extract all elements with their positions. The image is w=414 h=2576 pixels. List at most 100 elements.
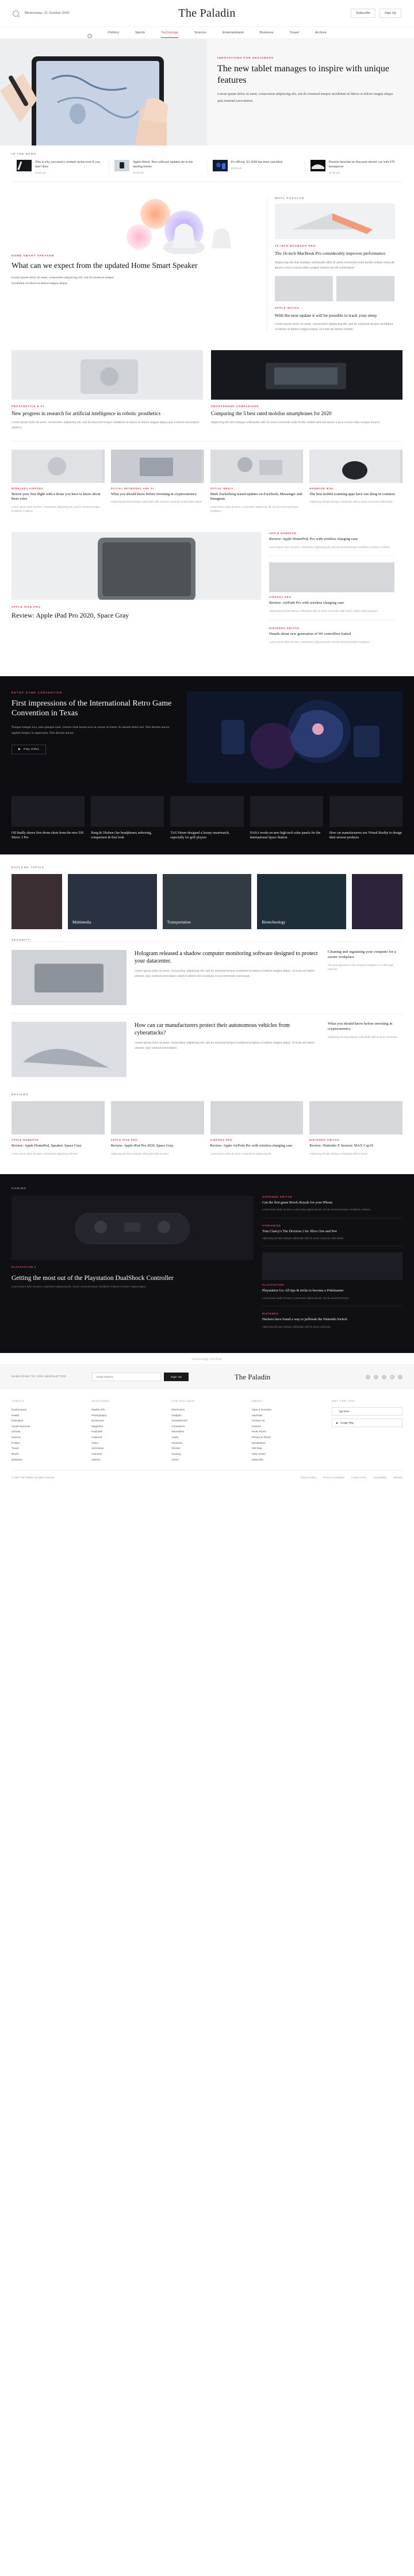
footer-link[interactable]: Apps & Licenses [252, 1407, 323, 1413]
nav-item-archive[interactable]: Archive [315, 31, 327, 34]
security-image[interactable] [12, 1021, 126, 1077]
security-side-title[interactable]: What you should know before investing in… [328, 1022, 402, 1032]
review-list-title[interactable]: Review: AirPods Pro with wireless chargi… [269, 601, 394, 606]
small-card-image[interactable] [210, 449, 304, 483]
review-card-title[interactable]: Review: Apple AirPods Pro with wireless … [210, 1144, 304, 1149]
footer-link[interactable]: Newsletters [252, 1440, 323, 1446]
rss-icon[interactable]: r [398, 1374, 402, 1379]
news-title[interactable]: This is why you need a wireless stylus e… [35, 160, 103, 169]
news-title[interactable]: Porsche launches its first pure electric… [329, 160, 397, 169]
footer-link[interactable]: Science [12, 1435, 82, 1440]
gaming-list-item[interactable]: NINTENDO Hackers have found a way to jai… [262, 1312, 402, 1335]
facebook-icon[interactable]: f [366, 1374, 370, 1379]
nav-item-entertainment[interactable]: Entertainment [223, 31, 244, 34]
review-card-title[interactable]: Review: Apple HomePod, Speaker, Space Gr… [12, 1144, 105, 1149]
footer-link[interactable]: Video [91, 1440, 162, 1446]
gaming-list-title[interactable]: Can the first game Bowls Royale for your… [262, 1201, 402, 1205]
review-list-item[interactable]: AIRPODS PRO Review: AirPods Pro with wir… [269, 562, 394, 620]
footer-link[interactable]: Travel [12, 1446, 82, 1451]
gaming-title[interactable]: Getting the most out of the Playstation … [12, 1274, 253, 1282]
signup-button[interactable]: Sign Up [379, 9, 401, 18]
footer-link[interactable]: Electronics [171, 1407, 242, 1413]
footer-link[interactable]: Politics [12, 1440, 82, 1446]
footer-link[interactable]: Subscribe [252, 1457, 323, 1463]
small-card-title[interactable]: Mark Zuckerberg teased updates on Facebo… [210, 492, 304, 502]
nav-item-science[interactable]: Science [194, 31, 206, 34]
footer-link[interactable]: Education [12, 1418, 82, 1424]
search-icon[interactable] [13, 10, 19, 17]
trending-label[interactable]: Technology • Archive [192, 1358, 222, 1360]
review-card-image[interactable] [110, 1101, 204, 1134]
card-image[interactable] [211, 350, 402, 400]
small-card-title[interactable]: Before your first flight with a drone yo… [12, 492, 105, 502]
footer-link[interactable]: Cameras [171, 1440, 242, 1446]
footer-link[interactable]: World [12, 1451, 82, 1457]
footer-link[interactable]: Drones [171, 1446, 242, 1451]
footer-link[interactable]: Exclusives [91, 1418, 162, 1424]
footer-link[interactable]: Help Center [252, 1451, 323, 1457]
review-list-title[interactable]: Review: Apple HomePod, Pro with wireless… [269, 537, 394, 542]
gaming-list-title[interactable]: Playstation Go: All tips & tricks to bec… [262, 1289, 402, 1293]
dark-card[interactable]: Oil finally shows first drone shots from… [12, 796, 85, 841]
sidebar-duo-image-right[interactable] [336, 275, 394, 301]
footer-link[interactable]: Home [171, 1457, 242, 1463]
category-tile[interactable] [12, 873, 62, 929]
small-card-image[interactable] [110, 449, 204, 483]
review-card-title[interactable]: Review: Apple iPad Pro 2020, Space Gray [111, 1144, 204, 1149]
review-image[interactable] [12, 531, 261, 601]
footer-link[interactable]: Climate [12, 1429, 82, 1435]
gaming-list-item[interactable]: NINTENDO SWITCH Can the first game Bowls… [262, 1195, 402, 1218]
nav-item-politics[interactable]: Politics [108, 31, 119, 34]
footer-link[interactable]: Photography [91, 1413, 162, 1419]
youtube-icon[interactable]: ▶ [390, 1374, 394, 1379]
gaming-list-image[interactable] [262, 1252, 402, 1281]
security-title[interactable]: How can car manufacturers protect their … [135, 1022, 320, 1037]
dark-card[interactable]: Bang & Olufsen Our headphones unboxing, … [91, 796, 164, 841]
newsletter-signup-button[interactable]: Sign Up [164, 1373, 189, 1382]
small-card-image[interactable] [12, 449, 105, 483]
category-tile[interactable] [352, 873, 403, 929]
footer-link[interactable]: Careers [252, 1424, 323, 1429]
footer-link[interactable]: Social Sciences [12, 1424, 82, 1429]
gaming-list-title[interactable]: Hackers have found a way to jailbreak th… [262, 1317, 402, 1322]
twitter-icon[interactable]: t [374, 1374, 378, 1379]
card-title[interactable]: Comparing the 5 best rated mobilus smart… [211, 411, 402, 417]
newsletter-email-input[interactable] [92, 1373, 161, 1382]
nav-item-technology[interactable]: Technology [161, 31, 178, 38]
footer-link[interactable]: Opinion [91, 1457, 162, 1463]
home-icon[interactable] [87, 30, 92, 38]
security-title[interactable]: Hologram released a shadow computer moni… [135, 950, 320, 965]
category-tile-multimedia[interactable]: Multimedia [68, 873, 157, 929]
small-card-title[interactable]: What you should know before investing in… [111, 492, 204, 497]
footer-link[interactable]: Advertise [252, 1413, 323, 1419]
footer-bottom-link[interactable]: Terms & Conditions [323, 1476, 344, 1479]
review-card-image[interactable] [12, 1101, 105, 1134]
footer-link[interactable]: Site Map [252, 1446, 323, 1451]
footer-link[interactable]: Audio [171, 1435, 242, 1440]
news-item[interactable]: It's official: E3 2020 has been cancelle… [208, 160, 305, 175]
card-image[interactable] [12, 350, 203, 400]
gaming-list-item[interactable]: PLAYSTATION Playstation Go: All tips & t… [262, 1252, 402, 1307]
footer-bottom-link[interactable]: Privacy Policy [301, 1476, 316, 1479]
small-card-title[interactable]: The best mobile scanning apps have one t… [309, 492, 402, 497]
footer-link[interactable]: Business [12, 1457, 82, 1463]
dark-card[interactable]: TAG Heuer designed a luxury smartwatch, … [170, 796, 244, 841]
dark-title[interactable]: First impressions of the International R… [12, 699, 175, 719]
review-list-title[interactable]: Details about new generation of Wi contr… [269, 632, 394, 637]
card-title[interactable]: New progress in research for artificial … [12, 411, 203, 417]
speaker-title[interactable]: What can we expect from the updated Home… [12, 261, 259, 271]
review-card-image[interactable] [309, 1101, 402, 1134]
footer-link[interactable]: Columns [91, 1451, 162, 1457]
small-card-image[interactable] [309, 449, 402, 483]
category-tile-transportation[interactable]: Transportation [162, 873, 252, 929]
footer-link[interactable]: Environment [12, 1407, 82, 1413]
footer-link[interactable]: Health [12, 1413, 82, 1419]
gaming-list-item[interactable]: STREAMING Tom Clancy's The Division 2 fo… [262, 1224, 402, 1247]
news-item[interactable]: Apple Watch: New software updates are in… [109, 160, 208, 175]
nav-item-travel[interactable]: Travel [290, 31, 299, 34]
sidebar-duo-image-left[interactable] [275, 275, 333, 301]
hero-title[interactable]: The new tablet manages to inspire with u… [217, 63, 398, 86]
footer-bottom-link[interactable]: Sitemap [393, 1476, 402, 1479]
sidebar-card2-title[interactable]: With the next update it will be possible… [275, 313, 394, 319]
footer-link[interactable]: Wearables [171, 1429, 242, 1435]
